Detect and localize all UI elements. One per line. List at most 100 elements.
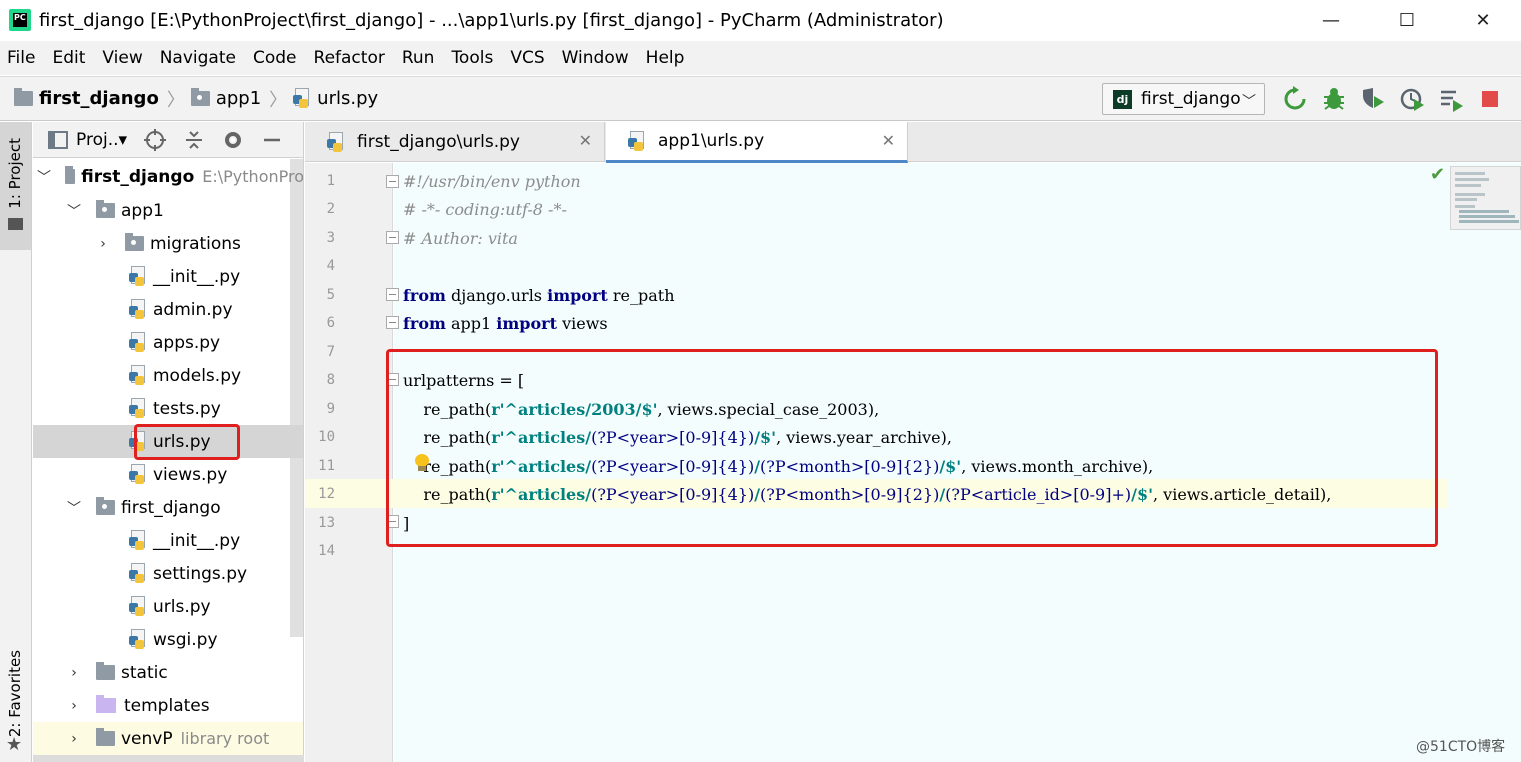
- line-number: 2: [326, 201, 335, 217]
- menu-window[interactable]: Window: [562, 48, 629, 68]
- code-minimap[interactable]: [1450, 166, 1521, 230]
- tree-item-pkg-urls[interactable]: urls.py: [33, 590, 303, 623]
- menu-run[interactable]: Run: [402, 48, 435, 68]
- close-tab-icon[interactable]: ✕: [579, 131, 592, 150]
- menu-view[interactable]: View: [102, 48, 142, 68]
- collapsed-arrow-icon[interactable]: ›: [66, 698, 82, 714]
- folder-icon: [65, 166, 76, 184]
- templates-folder-icon: [96, 695, 116, 713]
- tree-item-first-django-pkg[interactable]: ﹀ first_django: [33, 491, 303, 524]
- tree-item-templates[interactable]: › templates: [33, 689, 303, 722]
- star-icon: ★: [6, 734, 23, 755]
- code-line-1: #!/usr/bin/env python: [403, 172, 581, 191]
- profile-icon[interactable]: [1399, 86, 1425, 112]
- favorites-tool-tab[interactable]: 2: Favorites: [6, 650, 24, 737]
- package-folder-icon: [190, 88, 210, 106]
- tree-item-app1-init[interactable]: __init__.py: [33, 260, 303, 293]
- python-file-icon: [129, 464, 148, 485]
- menu-vcs[interactable]: VCS: [510, 48, 544, 68]
- breadcrumb-file[interactable]: urls.py: [293, 88, 378, 109]
- run-with-coverage-icon[interactable]: [1360, 86, 1386, 112]
- stop-icon[interactable]: [1477, 86, 1503, 112]
- tree-item-admin[interactable]: admin.py: [33, 293, 303, 326]
- title-bar: PC first_django [E:\PythonProject\first_…: [0, 0, 1521, 40]
- line-number: 7: [326, 344, 335, 360]
- python-file-icon: [327, 131, 346, 153]
- window-title: first_django [E:\PythonProject\first_dja…: [39, 9, 944, 31]
- code-line-3: # Author: vita: [403, 229, 518, 248]
- breadcrumb-separator: 〉: [269, 89, 288, 111]
- line-number: 8: [326, 372, 335, 388]
- rerun-icon[interactable]: [1282, 86, 1308, 112]
- tree-item-apps[interactable]: apps.py: [33, 326, 303, 359]
- code-line-2: # -*- coding:utf-8 -*-: [403, 200, 567, 219]
- expanded-arrow-icon[interactable]: ﹀: [37, 167, 51, 187]
- project-tool-tab[interactable]: 1: Project: [0, 122, 31, 250]
- watermark: @51CTO博客: [1416, 739, 1506, 755]
- python-file-icon: [129, 530, 148, 551]
- fold-marker-icon[interactable]: [386, 175, 399, 188]
- locate-icon[interactable]: [144, 129, 166, 151]
- tree-item-tests[interactable]: tests.py: [33, 392, 303, 425]
- tree-item-settings[interactable]: settings.py: [33, 557, 303, 590]
- tree-item-static[interactable]: › static: [33, 656, 303, 689]
- tab-app1-urls[interactable]: app1\urls.py ✕: [606, 122, 908, 163]
- expanded-arrow-icon[interactable]: ﹀: [66, 201, 82, 221]
- minimize-button[interactable]: —: [1293, 0, 1369, 40]
- hide-panel-icon[interactable]: [262, 129, 282, 151]
- tree-item-models[interactable]: models.py: [33, 359, 303, 392]
- close-tab-icon[interactable]: ✕: [882, 131, 895, 150]
- menu-code[interactable]: Code: [253, 48, 297, 68]
- chevron-down-icon: ﹀: [1242, 94, 1256, 110]
- tab-first-django-urls[interactable]: first_django\urls.py ✕: [305, 122, 605, 162]
- breadcrumb-project[interactable]: first_django: [14, 88, 159, 109]
- debug-icon[interactable]: [1321, 86, 1347, 112]
- tree-item-venv[interactable]: › venvP library root: [33, 722, 303, 755]
- tree-item-first-django-root[interactable]: ﹀ first_django E:\PythonPro: [33, 160, 303, 193]
- package-folder-icon: [96, 497, 115, 515]
- tree-item-app1[interactable]: ﹀ app1: [33, 194, 303, 227]
- tree-item-views[interactable]: views.py: [33, 458, 303, 491]
- fold-marker-icon[interactable]: [386, 316, 399, 329]
- concurrency-icon[interactable]: [1438, 86, 1464, 112]
- project-view-selector[interactable]: Proj..▾: [76, 130, 127, 150]
- tree-item-pkg-init[interactable]: __init__.py: [33, 524, 303, 557]
- pycharm-icon: PC: [9, 9, 31, 31]
- line-number: 10: [318, 429, 335, 445]
- menu-help[interactable]: Help: [646, 48, 685, 68]
- fold-marker-icon[interactable]: [386, 231, 399, 244]
- gear-icon[interactable]: [222, 129, 244, 151]
- check-icon: ✔: [1430, 164, 1446, 185]
- menu-navigate[interactable]: Navigate: [160, 48, 236, 68]
- project-tool-icon: [8, 218, 23, 230]
- line-number: 6: [326, 315, 335, 331]
- annotation-highlight-urls: [134, 424, 240, 460]
- run-configuration-dropdown[interactable]: dj first_django ﹀: [1102, 83, 1265, 115]
- collapsed-arrow-icon[interactable]: ›: [95, 236, 111, 252]
- collapsed-arrow-icon[interactable]: ›: [66, 665, 82, 681]
- collapse-all-icon[interactable]: [184, 129, 204, 151]
- menu-refactor[interactable]: Refactor: [314, 48, 385, 68]
- folder-icon: [96, 662, 115, 680]
- menu-edit[interactable]: Edit: [52, 48, 85, 68]
- project-panel-header: Proj..▾: [33, 122, 303, 158]
- python-file-icon: [129, 629, 148, 650]
- collapsed-arrow-icon[interactable]: ›: [66, 731, 82, 747]
- menu-file[interactable]: File: [7, 48, 35, 68]
- tree-item-migrations[interactable]: › migrations: [33, 227, 303, 260]
- tree-item-wsgi[interactable]: wsgi.py: [33, 623, 303, 656]
- code-line-5: from django.urls import re_path: [403, 286, 675, 305]
- maximize-button[interactable]: ☐: [1369, 0, 1445, 40]
- breadcrumb-app1[interactable]: app1: [190, 88, 261, 109]
- line-number: 13: [318, 515, 335, 531]
- python-file-icon: [129, 299, 148, 320]
- close-button[interactable]: ✕: [1445, 0, 1521, 40]
- django-icon: dj: [1113, 89, 1132, 109]
- fold-marker-icon[interactable]: [386, 288, 399, 301]
- folder-icon: [14, 88, 33, 106]
- expanded-arrow-icon[interactable]: ﹀: [66, 498, 82, 518]
- project-horizontal-scrollbar[interactable]: [33, 755, 304, 762]
- python-file-icon: [129, 332, 148, 353]
- menu-tools[interactable]: Tools: [451, 48, 493, 68]
- line-number: 9: [326, 401, 335, 417]
